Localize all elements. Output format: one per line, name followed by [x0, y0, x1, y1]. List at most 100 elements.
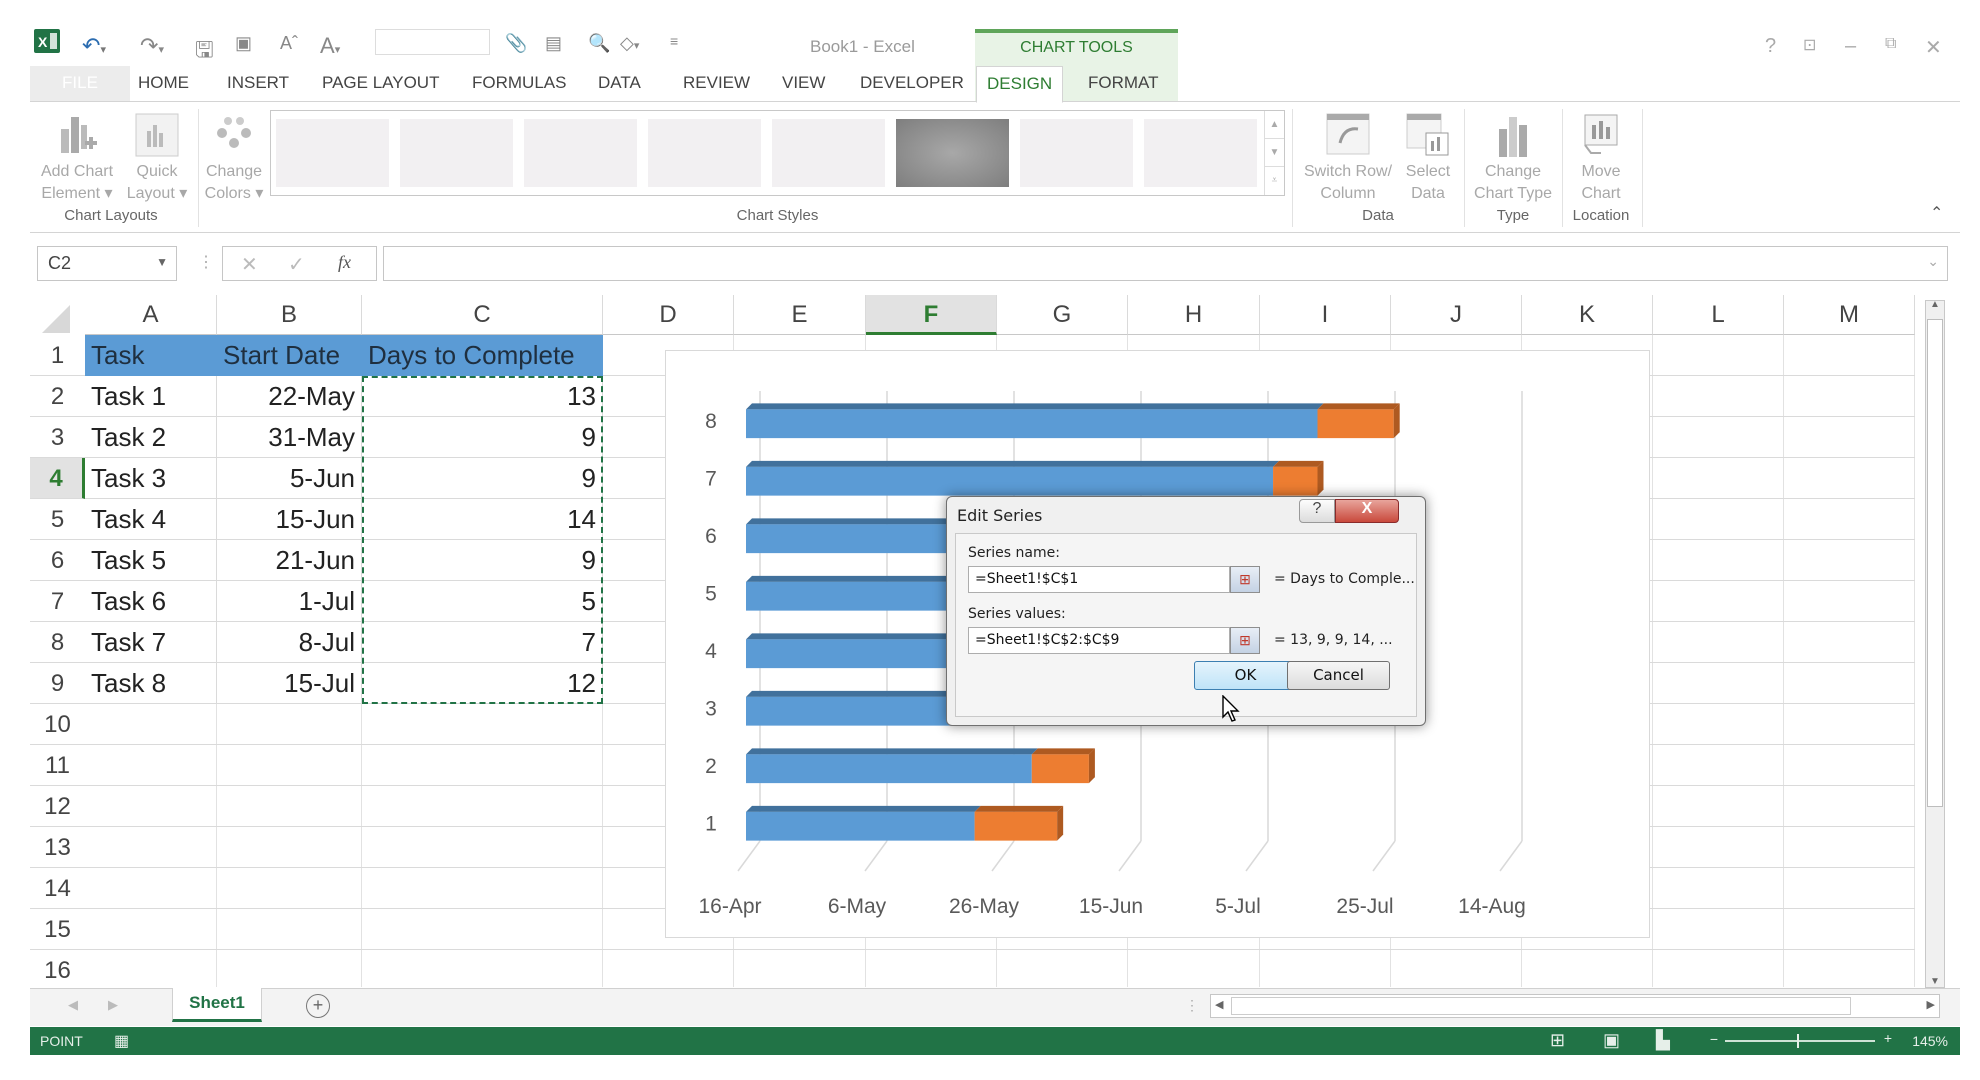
tab-design[interactable]: DESIGN [976, 66, 1064, 103]
column-header-c[interactable]: C [362, 295, 603, 335]
tab-developer[interactable]: DEVELOPER [860, 70, 964, 100]
column-header-a[interactable]: A [85, 295, 217, 335]
column-header-h[interactable]: H [1128, 295, 1260, 335]
customize-qat-icon[interactable]: ≡ [670, 33, 678, 49]
row-header-3[interactable]: 3 [30, 417, 85, 458]
data-cell[interactable]: Task 1 [85, 376, 217, 417]
data-cell[interactable]: Task 2 [85, 417, 217, 458]
scroll-up-icon[interactable]: ▲ [1930, 299, 1940, 310]
shapes-icon[interactable]: ◇▾ [620, 33, 639, 54]
tab-page-layout[interactable]: PAGE LAYOUT [322, 70, 439, 100]
page-break-view-icon[interactable]: ▙ [1656, 1030, 1670, 1051]
row-header-1[interactable]: 1 [30, 335, 85, 376]
insert-function-icon[interactable]: fx [338, 252, 351, 273]
row-header-7[interactable]: 7 [30, 581, 85, 622]
tab-format[interactable]: FORMAT [1088, 70, 1159, 100]
move-chart-button[interactable]: Move Chart [1566, 103, 1636, 205]
chart-style-6[interactable] [896, 119, 1009, 187]
undo-icon[interactable]: ↶▾ [82, 33, 106, 59]
column-header-i[interactable]: I [1260, 295, 1391, 335]
data-cell[interactable]: Task 8 [85, 663, 217, 704]
dialog-help-button[interactable]: ? [1299, 499, 1335, 523]
scroll-down-icon[interactable]: ▼ [1930, 976, 1940, 987]
expand-formula-bar-icon[interactable]: ⌄ [1927, 253, 1939, 270]
chart-style-4[interactable] [648, 119, 761, 187]
prev-sheet-icon[interactable]: ◀ [68, 997, 78, 1013]
tab-split-handle[interactable]: ⋮ [1185, 997, 1199, 1014]
enter-icon[interactable]: ✓ [288, 252, 305, 277]
data-cell[interactable]: 21-Jun [217, 540, 362, 581]
series-values-input[interactable]: =Sheet1!$C$2:$C$9 [968, 627, 1230, 654]
next-sheet-icon[interactable]: ▶ [108, 997, 118, 1013]
zoom-out-icon[interactable]: − [1710, 1031, 1718, 1047]
data-cell[interactable]: 31-May [217, 417, 362, 458]
switch-row-column-button[interactable]: Switch Row/ Column [1298, 103, 1398, 205]
vertical-scroll-thumb[interactable] [1927, 319, 1943, 807]
select-data-button[interactable]: Select Data [1398, 103, 1458, 205]
tab-review[interactable]: REVIEW [683, 70, 750, 100]
ribbon-display-icon[interactable]: ⊡ [1803, 35, 1816, 55]
quick-layout-button[interactable]: Quick Layout ▾ [122, 103, 192, 205]
tab-insert[interactable]: INSERT [227, 70, 289, 100]
add-sheet-button[interactable]: + [306, 994, 330, 1018]
chart-style-2[interactable] [400, 119, 513, 187]
chevron-down-icon[interactable]: ▼ [156, 255, 168, 269]
chart-style-1[interactable] [276, 119, 389, 187]
header-cell[interactable]: Start Date [217, 335, 362, 376]
tab-formulas[interactable]: FORMULAS [472, 70, 566, 100]
name-box[interactable]: C2 ▼ [37, 246, 177, 281]
change-colors-button[interactable]: Change Colors ▾ [200, 103, 268, 205]
scroll-right-icon[interactable]: ▶ [1927, 998, 1935, 1011]
data-cell[interactable]: 1-Jul [217, 581, 362, 622]
change-chart-type-button[interactable]: Change Chart Type [1468, 103, 1558, 205]
scroll-left-icon[interactable]: ◀ [1215, 998, 1223, 1011]
chart-style-5[interactable] [772, 119, 885, 187]
column-header-j[interactable]: J [1391, 295, 1522, 335]
row-header-8[interactable]: 8 [30, 622, 85, 663]
zoom-level[interactable]: 145% [1912, 1033, 1948, 1049]
horizontal-scrollbar[interactable]: ◀ ▶ [1210, 994, 1940, 1018]
row-header-12[interactable]: 12 [30, 786, 85, 827]
data-cell[interactable]: Task 5 [85, 540, 217, 581]
row-header-9[interactable]: 9 [30, 663, 85, 704]
header-cell[interactable]: Task [85, 335, 217, 376]
column-header-e[interactable]: E [734, 295, 866, 335]
column-header-k[interactable]: K [1522, 295, 1653, 335]
formula-input[interactable]: ⌄ [383, 246, 1948, 281]
data-cell[interactable]: 15-Jun [217, 499, 362, 540]
normal-view-icon[interactable]: ⊞ [1550, 1030, 1565, 1051]
data-cell[interactable]: 5-Jun [217, 458, 362, 499]
vertical-scrollbar[interactable]: ▲ ▼ [1925, 299, 1945, 988]
font-grow-icon[interactable]: Aˆ [280, 33, 298, 54]
collapse-ribbon-icon[interactable]: ⌃ [1930, 203, 1943, 223]
header-cell[interactable]: Days to Complete [362, 335, 603, 376]
series-name-input[interactable]: =Sheet1!$C$1 [968, 566, 1230, 593]
form-icon[interactable]: ▤ [545, 33, 562, 54]
zoom-slider-thumb[interactable] [1797, 1034, 1799, 1048]
row-header-2[interactable]: 2 [30, 376, 85, 417]
gallery-more-icon[interactable]: ⩡ [1265, 167, 1284, 195]
column-header-l[interactable]: L [1653, 295, 1784, 335]
column-header-g[interactable]: G [997, 295, 1128, 335]
row-header-14[interactable]: 14 [30, 868, 85, 909]
font-dropdown[interactable] [375, 29, 490, 55]
cancel-button[interactable]: Cancel [1287, 661, 1390, 690]
data-cell[interactable]: 15-Jul [217, 663, 362, 704]
restore-icon[interactable]: ⧉ [1885, 35, 1896, 53]
row-header-16[interactable]: 16 [30, 950, 85, 987]
row-header-4[interactable]: 4 [30, 458, 85, 499]
data-cell[interactable]: Task 7 [85, 622, 217, 663]
dialog-close-button[interactable]: X [1335, 499, 1399, 523]
tab-view[interactable]: VIEW [782, 70, 825, 100]
help-icon[interactable]: ? [1765, 35, 1776, 58]
macro-record-icon[interactable]: ▦ [114, 1031, 129, 1051]
zoom-in-icon[interactable]: + [1884, 1030, 1892, 1046]
tab-home[interactable]: HOME [138, 70, 189, 100]
chart-style-3[interactable] [524, 119, 637, 187]
tab-file[interactable]: FILE [30, 66, 130, 101]
gallery-up-icon[interactable]: ▲ [1265, 111, 1284, 139]
row-header-10[interactable]: 10 [30, 704, 85, 745]
column-header-m[interactable]: M [1784, 295, 1915, 335]
ok-button[interactable]: OK [1194, 661, 1297, 690]
data-cell[interactable]: Task 3 [85, 458, 217, 499]
